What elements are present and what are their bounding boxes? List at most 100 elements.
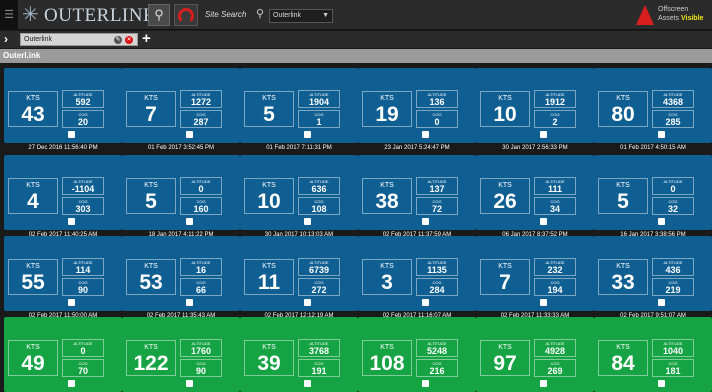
altitude-box: ALTITUDE 114: [62, 258, 104, 276]
asset-card[interactable]: KTS 4 ALTITUDE -1104 COG 303: [4, 155, 122, 230]
document-icon[interactable]: [304, 131, 311, 138]
top-toolbar: ☰ ✳ OUTERLINK ⚲ Site Search ⚲ Outerlink …: [0, 0, 712, 30]
document-icon[interactable]: [68, 218, 75, 225]
document-icon[interactable]: [658, 218, 665, 225]
altitude-box: ALTITUDE 4928: [534, 339, 576, 357]
kts-value: 39: [257, 352, 281, 375]
asset-card[interactable]: KTS 80 ALTITUDE 4368 COG 285: [594, 68, 712, 143]
cog-value: 90: [77, 285, 88, 295]
document-icon[interactable]: [186, 380, 193, 387]
asset-card[interactable]: KTS 43 ALTITUDE 592 COG 20: [4, 68, 122, 143]
document-icon[interactable]: [422, 131, 429, 138]
location-pin-icon[interactable]: ⚲: [148, 4, 170, 26]
cog-box: COG 72: [416, 197, 458, 215]
cog-box: COG 303: [62, 197, 104, 215]
cog-value: 219: [665, 285, 681, 295]
search-icon[interactable]: ⚲: [256, 7, 264, 20]
asset-card[interactable]: KTS 38 ALTITUDE 137 COG 72: [358, 155, 476, 230]
asset-card[interactable]: KTS 19 ALTITUDE 136 COG 0: [358, 68, 476, 143]
kts-label: KTS: [498, 344, 512, 351]
document-icon[interactable]: [658, 131, 665, 138]
kts-value: 10: [493, 103, 517, 126]
kts-box: KTS 38: [362, 178, 412, 214]
cog-box: COG 90: [180, 359, 222, 377]
kts-value: 5: [145, 190, 157, 213]
asset-card[interactable]: KTS 53 ALTITUDE 16 COG 66: [122, 236, 240, 311]
edit-icon[interactable]: ✎: [114, 36, 122, 44]
card-timestamp: 30 Jan 2017 2:56:33 PM: [502, 145, 568, 151]
cog-value: 303: [75, 204, 91, 214]
kts-box: KTS 33: [598, 259, 648, 295]
altitude-value: 592: [75, 97, 91, 107]
asset-card[interactable]: KTS 5 ALTITUDE 0 COG 32: [594, 155, 712, 230]
close-icon[interactable]: ✕: [125, 36, 133, 44]
kts-value: 55: [21, 271, 45, 294]
altitude-box: ALTITUDE 0: [62, 339, 104, 357]
document-icon[interactable]: [422, 299, 429, 306]
kts-label: KTS: [380, 95, 394, 102]
document-icon[interactable]: [304, 218, 311, 225]
kts-label: KTS: [262, 182, 276, 189]
offscreen-status: Assets Visible: [658, 15, 703, 22]
kts-label: KTS: [498, 182, 512, 189]
asset-card[interactable]: KTS 3 ALTITUDE 1135 COG 284: [358, 236, 476, 311]
document-icon[interactable]: [304, 299, 311, 306]
asset-card[interactable]: KTS 5 ALTITUDE 0 COG 160: [122, 155, 240, 230]
cog-value: 70: [77, 366, 88, 376]
document-icon[interactable]: [68, 131, 75, 138]
document-icon[interactable]: [540, 380, 547, 387]
altitude-box: ALTITUDE 592: [62, 90, 104, 108]
offscreen-visible-value: Visible: [680, 15, 704, 22]
kts-label: KTS: [262, 263, 276, 270]
kts-value: 43: [21, 103, 45, 126]
asset-card[interactable]: KTS 5 ALTITUDE 1904 COG 1: [240, 68, 358, 143]
document-icon[interactable]: [422, 218, 429, 225]
kts-value: 97: [493, 352, 517, 375]
offscreen-label: Offscreen: [658, 6, 689, 13]
kts-label: KTS: [144, 263, 158, 270]
document-icon[interactable]: [540, 131, 547, 138]
add-tab-button[interactable]: +: [142, 31, 151, 47]
asset-card[interactable]: KTS 10 ALTITUDE 1912 COG 2: [476, 68, 594, 143]
document-icon[interactable]: [422, 380, 429, 387]
asset-card[interactable]: KTS 7 ALTITUDE 1272 COG 287: [122, 68, 240, 143]
kts-value: 53: [139, 271, 163, 294]
kts-box: KTS 10: [480, 91, 530, 127]
offscreen-assets-label: Assets: [658, 15, 680, 22]
document-icon[interactable]: [186, 299, 193, 306]
document-icon[interactable]: [658, 380, 665, 387]
menu-icon[interactable]: ☰: [0, 0, 18, 30]
chevron-right-icon[interactable]: ›: [4, 31, 8, 47]
altitude-box: ALTITUDE 0: [180, 177, 222, 195]
document-icon[interactable]: [540, 299, 547, 306]
document-icon[interactable]: [186, 131, 193, 138]
asset-card[interactable]: KTS 26 ALTITUDE 111 COG 34: [476, 155, 594, 230]
kts-value: 80: [611, 103, 635, 126]
asset-card[interactable]: KTS 33 ALTITUDE 436 COG 219: [594, 236, 712, 311]
document-icon[interactable]: [540, 218, 547, 225]
kts-label: KTS: [26, 344, 40, 351]
kts-label: KTS: [262, 95, 276, 102]
kts-label: KTS: [26, 95, 40, 102]
cog-box: COG 20: [62, 110, 104, 128]
tab-outerlink[interactable]: Outerlink ✎ ✕: [20, 33, 138, 46]
document-icon[interactable]: [68, 380, 75, 387]
altitude-box: ALTITUDE 4368: [652, 90, 694, 108]
site-select-dropdown[interactable]: Outerlink ▼: [269, 9, 333, 23]
asset-card[interactable]: KTS 7 ALTITUDE 232 COG 194: [476, 236, 594, 311]
asset-card[interactable]: KTS 10 ALTITUDE 636 COG 108: [240, 155, 358, 230]
document-icon[interactable]: [304, 380, 311, 387]
altitude-value: 436: [665, 265, 681, 275]
card-timestamp: 01 Feb 2017 7:11:31 PM: [266, 145, 332, 151]
kts-label: KTS: [26, 263, 40, 270]
altitude-box: ALTITUDE 136: [416, 90, 458, 108]
asset-card[interactable]: KTS 11 ALTITUDE 6739 COG 272: [240, 236, 358, 311]
offscreen-assets-indicator[interactable]: Offscreen Assets Visible: [636, 4, 706, 26]
document-icon[interactable]: [68, 299, 75, 306]
document-icon[interactable]: [186, 218, 193, 225]
altitude-box: ALTITUDE 436: [652, 258, 694, 276]
gauge-icon[interactable]: [174, 4, 198, 26]
document-icon[interactable]: [658, 299, 665, 306]
kts-box: KTS 11: [244, 259, 294, 295]
asset-card[interactable]: KTS 55 ALTITUDE 114 COG 90: [4, 236, 122, 311]
